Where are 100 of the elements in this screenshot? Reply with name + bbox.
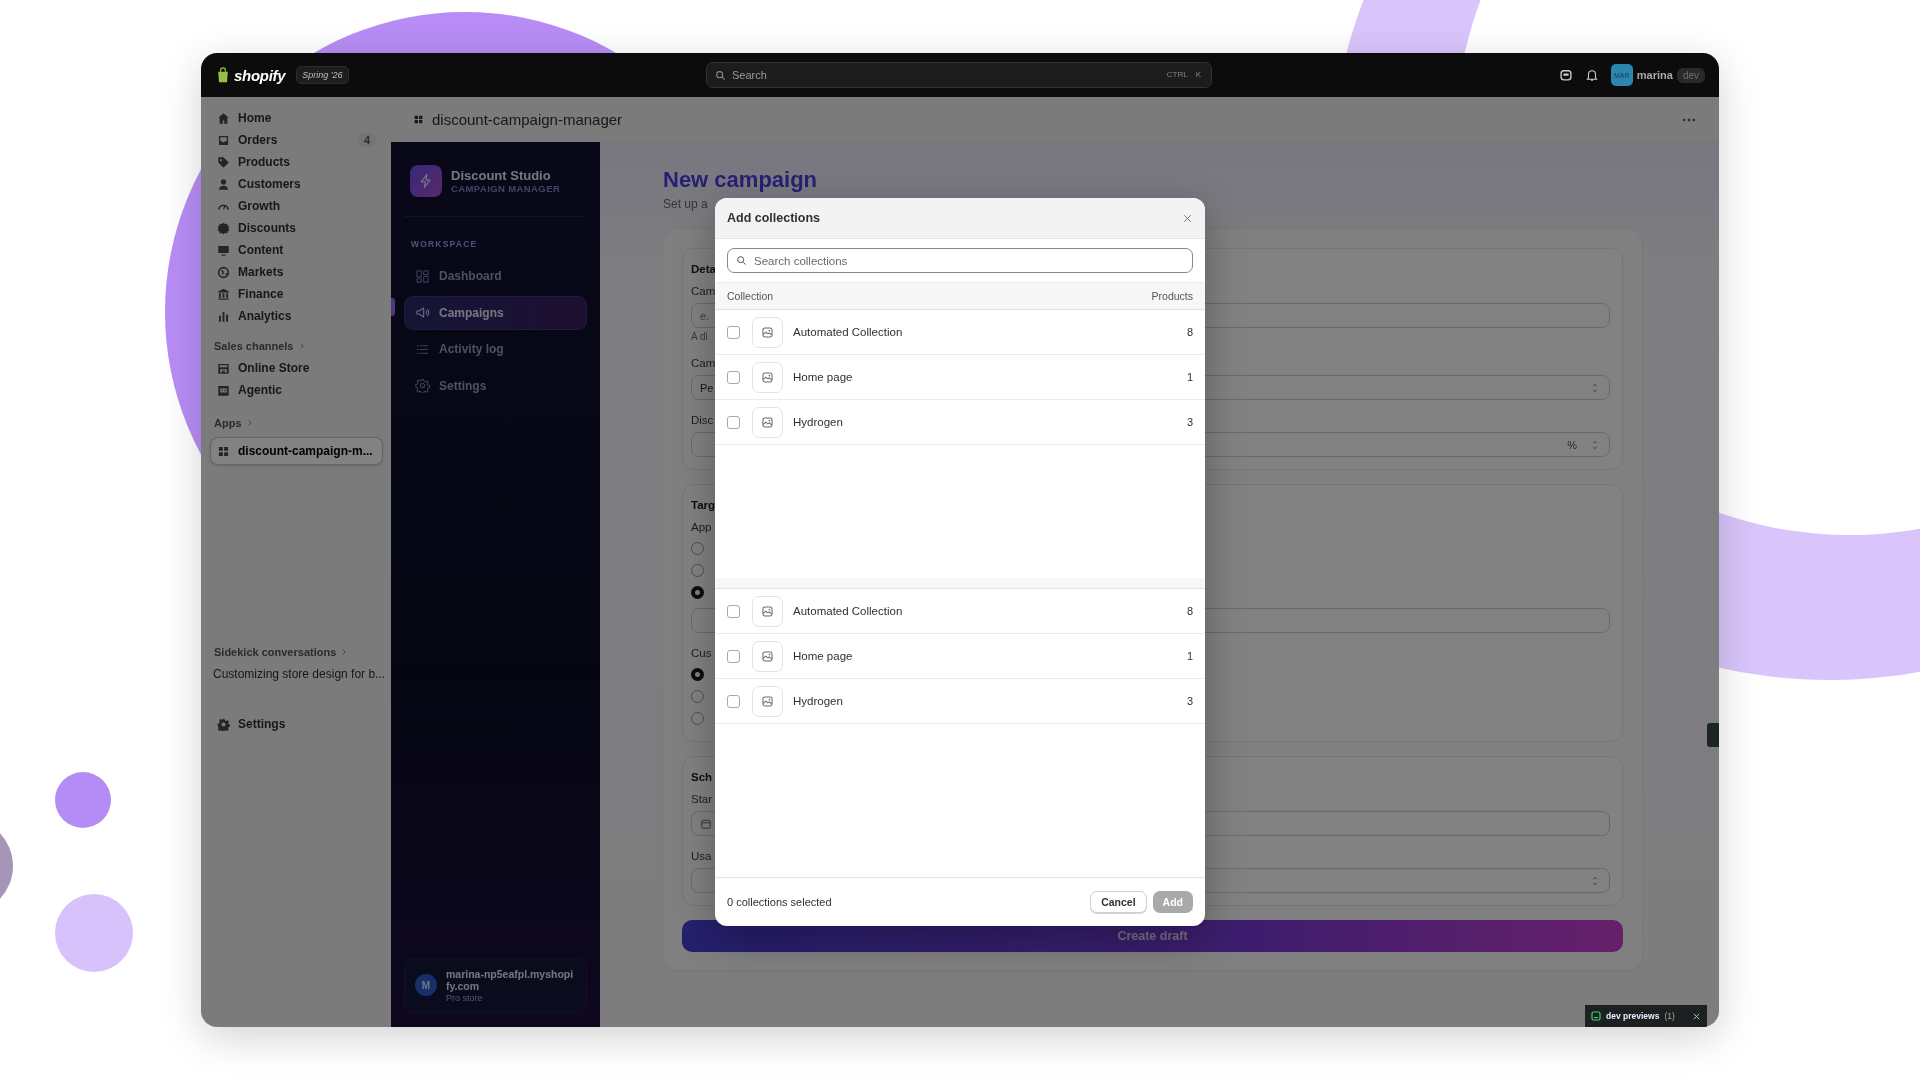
sidebar-item[interactable]: Discounts [211,217,382,239]
radio-button[interactable] [691,563,704,577]
sidebar-item[interactable]: Products [211,151,382,173]
user-name[interactable]: marina [1636,69,1673,81]
radio-button[interactable] [691,667,704,681]
table-row[interactable]: Home page 1 [715,634,1205,679]
page-subtitle: Set up a [663,196,709,212]
field-label: Usa [691,849,712,863]
bank-icon [217,287,230,301]
radio-button[interactable] [691,689,704,703]
image-icon [761,649,774,663]
checkbox[interactable] [727,694,740,708]
nav-item[interactable]: Campaigns [404,295,587,330]
collection-name: Hydrogen [793,695,843,707]
badge-icon [217,221,230,235]
product-count: 3 [1186,695,1193,707]
checkbox[interactable] [727,415,740,429]
radio-button[interactable] [691,541,704,555]
section-title: Deta [691,262,716,277]
collection-name: Home page [793,371,853,383]
app-icon [413,114,424,125]
checkbox[interactable] [727,325,740,339]
image-icon [761,604,774,618]
bell-icon[interactable] [1584,68,1599,82]
nav-item[interactable]: Activity log [404,332,587,366]
monitor-icon [217,243,230,257]
dialog-title: Add collections [727,211,821,225]
edition-badge: Spring '26 [296,66,349,84]
section-title: Sch [691,770,713,785]
sidebar-item[interactable]: Home [211,107,382,129]
field-label: Disc [691,413,714,427]
field-label: Star [691,792,713,806]
field-label: Cus [691,646,712,660]
dashboard-icon [415,268,430,284]
store-badge: dev [1676,67,1705,83]
nav-item[interactable]: Dashboard [404,259,587,293]
chevron-icon [340,648,349,656]
table-row[interactable]: Automated Collection 8 [715,589,1205,634]
product-count: 8 [1186,326,1193,338]
count-badge: 4 [357,133,376,147]
cancel-button[interactable]: Cancel [1090,891,1147,913]
product-count: 3 [1186,416,1193,428]
close-icon[interactable] [1182,212,1193,224]
column-header: Products [1151,290,1193,302]
store-card[interactable]: M marina-np5eafpl.myshopify.com Pro store [404,957,587,1013]
sidebar-item[interactable]: Agentic [211,379,382,401]
tag-icon [217,155,230,169]
sidebar-item[interactable]: Orders 4 [211,129,382,151]
sidebar-item[interactable]: Finance [211,283,382,305]
product-count: 1 [1186,650,1193,662]
storefront-icon [217,361,230,375]
section-heading[interactable]: Sidekick conversations [211,641,382,663]
inbox-icon [217,133,230,147]
brand-name[interactable]: shopify [234,66,286,84]
sidebar-item[interactable]: Settings [211,713,382,735]
radio-button[interactable] [691,585,704,599]
table-row[interactable]: Hydrogen 3 [715,400,1205,445]
side-tab[interactable] [1707,723,1719,747]
section-heading[interactable]: Apps [211,412,382,434]
create-draft-button[interactable]: Create draft [682,920,1623,952]
table-row[interactable]: Home page 1 [715,355,1205,400]
search-icon [736,255,747,266]
search-icon [715,69,726,81]
app-name: Discount Studio [451,168,552,183]
gear-icon [415,378,430,393]
table-row[interactable]: Hydrogen 3 [715,679,1205,724]
product-count: 1 [1186,371,1193,383]
lightning-icon [418,173,434,189]
conversation-item[interactable]: Customizing store design for b... [211,663,382,685]
sidebar-item[interactable]: Markets [211,261,382,283]
megaphone-icon [415,305,430,320]
sidebar-item[interactable]: Growth [211,195,382,217]
product-count: 8 [1186,605,1193,617]
app-tagline: CAMPAIGN MANAGER [451,183,561,194]
sidebar-item[interactable]: Analytics [211,305,382,327]
checkbox[interactable] [727,370,740,384]
close-icon[interactable] [1692,1011,1701,1021]
sidebar-item[interactable]: Online Store [211,357,382,379]
bar-chart-icon [217,309,230,323]
assistant-icon[interactable] [1558,68,1573,82]
calendar-icon [700,817,712,830]
bag-icon [215,67,231,83]
checkbox[interactable] [727,604,740,618]
home-icon [217,111,230,125]
sidebar-item[interactable]: Customers [211,173,382,195]
sidebar-item[interactable]: Content [211,239,382,261]
store-name: marina-np5eafpl.myshopify.com [446,967,575,993]
nav-item[interactable]: Settings [404,368,587,403]
radio-button[interactable] [691,711,704,725]
section-heading[interactable]: Sales channels [211,335,382,357]
selection-indicator [391,297,395,316]
collection-name: Automated Collection [793,326,903,338]
search-field[interactable]: Search collections [727,248,1193,273]
checkbox[interactable] [727,649,740,663]
table-row[interactable]: Automated Collection 8 [715,310,1205,355]
dev-previews-bar[interactable]: dev previews (1) [1585,1005,1707,1027]
page-title: New campaign [663,166,819,194]
shortcut-key: CTRL [1163,69,1191,80]
store-avatar: M [415,974,437,997]
sidebar-item[interactable]: discount-campaign-m... [211,438,382,464]
